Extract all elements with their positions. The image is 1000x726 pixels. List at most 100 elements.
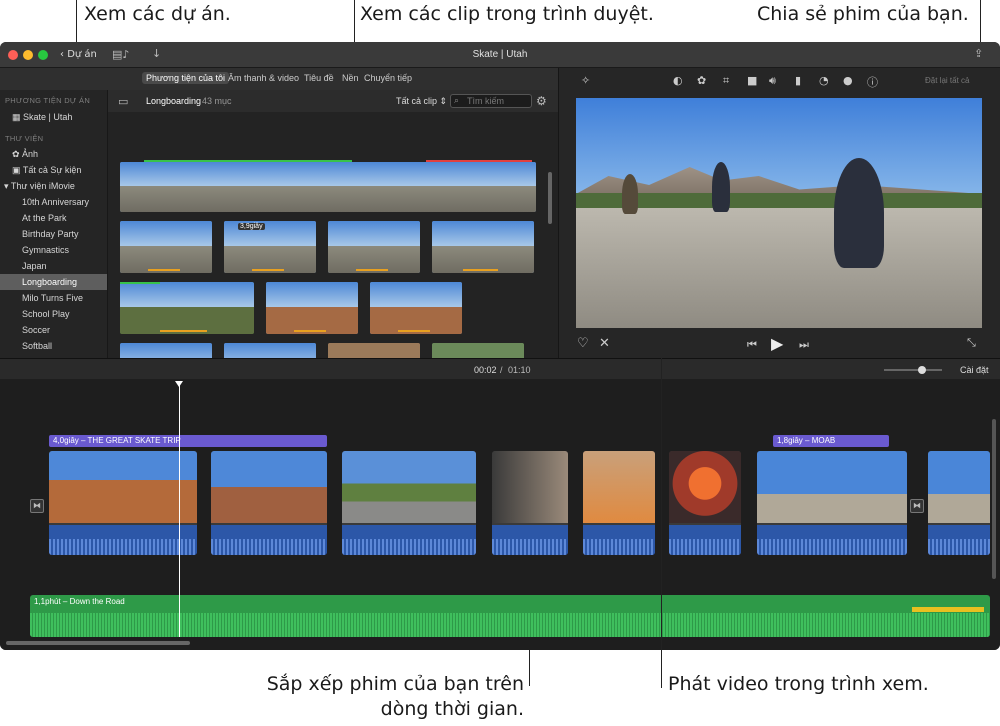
sidebar-item-event[interactable]: Birthday Party [0, 226, 107, 242]
filmstrip-clip[interactable] [120, 162, 536, 212]
timeline-scrollbar[interactable] [6, 641, 190, 645]
sidebar-item-all-events[interactable]: ▣ Tất cả Sự kiện [0, 162, 107, 178]
timeline-clip[interactable] [492, 451, 568, 555]
search-field[interactable]: ⌕ Tìm kiếm [450, 94, 532, 108]
timeline-clip[interactable] [669, 451, 741, 555]
callout-timeline-2: dòng thời gian. [380, 698, 524, 720]
callout-line-share [980, 0, 981, 46]
reset-all-button[interactable]: Đặt lại tất cả [925, 76, 969, 85]
equalizer-icon[interactable]: ▮ [795, 74, 801, 87]
browser-header: ▭ Longboarding 43 mục Tất cả clip ⇕ ⌕ Tì… [108, 90, 558, 112]
timeline-clip[interactable] [49, 451, 197, 555]
title-bar: ‹ Dự án ▤♪ ↓ Skate | Utah ⇪ [0, 42, 1000, 68]
clip-thumbnail[interactable] [266, 282, 358, 334]
clip-duration-badge: 3,9giây [238, 223, 265, 230]
sidebar-item-event[interactable]: 10th Anniversary [0, 194, 107, 210]
fullscreen-icon[interactable]: ⤡ [967, 336, 976, 350]
color-correction-icon[interactable]: ✿ [697, 74, 706, 87]
sidebar-item-event[interactable]: Gymnastics [0, 242, 107, 258]
music-waveform [30, 613, 990, 637]
timeline-settings-button[interactable]: Cài đặt [960, 365, 989, 375]
title-clip[interactable]: 1,8giây – MOAB [773, 435, 889, 447]
sidebar-item-event[interactable]: Japan [0, 258, 107, 274]
settings-gear-icon[interactable]: ⚙ [536, 94, 547, 108]
timeline-clip[interactable] [928, 451, 990, 555]
clip-filter-label: Tất cả clip [396, 96, 438, 106]
timeline-clip[interactable] [583, 451, 655, 555]
crop-icon[interactable]: ⌗ [723, 74, 729, 88]
transition-icon[interactable]: ⧓ [30, 499, 44, 513]
sidebar-item-event[interactable]: Milo Turns Five [0, 290, 107, 306]
clip-thumbnail[interactable] [432, 221, 534, 273]
favorite-heart-icon[interactable]: ♡ [577, 336, 589, 351]
timeline-header: 00:02 / 01:10 Cài đặt [0, 359, 1000, 379]
star-icon: ▣ [12, 165, 23, 175]
disclosure-triangle-icon[interactable]: ▾ [4, 181, 11, 191]
clip-thumbnail[interactable] [120, 282, 254, 334]
skater-figure [622, 174, 638, 214]
clip-thumbnail[interactable] [120, 221, 212, 273]
timeline-clip[interactable] [342, 451, 476, 555]
favorite-marker [120, 282, 160, 284]
transition-icon[interactable]: ⧓ [910, 499, 924, 513]
speed-icon[interactable]: ◔ [819, 74, 829, 87]
browser-scrollbar[interactable] [548, 172, 552, 224]
timeline-clip[interactable] [211, 451, 327, 555]
callout-line-timeline [529, 650, 530, 686]
clip-thumbnail[interactable] [328, 221, 420, 273]
browser-event-name: Longboarding [146, 96, 202, 106]
callout-timeline-1: Sắp xếp phim của bạn trên [266, 673, 524, 695]
stabilization-icon[interactable]: ■ [747, 74, 757, 87]
sidebar-item-all-events-label: Tất cả Sự kiện [22, 165, 82, 175]
zoom-slider-knob[interactable] [918, 366, 926, 374]
tab-titles[interactable]: Tiêu đề [300, 72, 338, 84]
browser-item-count: 43 mục [202, 96, 232, 106]
browser-tabs: Phương tiện của tôi Âm thanh & video Tiê… [0, 68, 558, 90]
sidebar-item-photos-label: Ảnh [22, 149, 39, 159]
callout-viewer: Phát video trong trình xem. [668, 673, 929, 695]
background-music-clip[interactable]: 1,1phút – Down the Road [30, 595, 990, 637]
timeline-clip[interactable] [757, 451, 907, 555]
music-clip-label: 1,1phút – Down the Road [34, 597, 125, 606]
magic-wand-icon[interactable]: ✧ [581, 74, 590, 87]
sidebar-item-event[interactable]: At the Park [0, 210, 107, 226]
title-clip[interactable]: 4,0giây – THE GREAT SKATE TRIP [49, 435, 327, 447]
timeline-vertical-scrollbar[interactable] [992, 419, 996, 579]
sidebar-toggle-icon[interactable]: ▭ [118, 95, 128, 108]
clip-filter-select[interactable]: Tất cả clip ⇕ [396, 96, 447, 107]
photos-icon: ✿ [12, 149, 23, 159]
playhead[interactable] [179, 383, 180, 637]
clip-thumbnail[interactable]: 3,9giây [224, 221, 316, 273]
play-icon[interactable]: ▶ [771, 334, 783, 353]
skater-figure [834, 158, 884, 268]
clip-thumbnail[interactable] [370, 282, 462, 334]
tab-audio-video[interactable]: Âm thanh & video [224, 72, 303, 84]
callout-line-projects [76, 0, 77, 48]
playhead-marker[interactable] [175, 381, 183, 387]
clip-filter-icon[interactable]: ● [843, 74, 853, 87]
tab-backgrounds[interactable]: Nền [338, 72, 363, 84]
callout-browser: Xem các clip trong trình duyệt. [360, 3, 654, 25]
sidebar-item-event[interactable]: School Play [0, 306, 107, 322]
skip-back-icon[interactable]: ⏮︎ [747, 338, 757, 352]
sidebar-item-event[interactable]: Soccer [0, 322, 107, 338]
sidebar-item-event-selected[interactable]: Longboarding [0, 274, 107, 290]
reject-icon[interactable]: ✕ [599, 336, 610, 351]
media-browser: ▭ Longboarding 43 mục Tất cả clip ⇕ ⌕ Tì… [108, 90, 558, 395]
zoom-slider[interactable] [884, 366, 942, 374]
color-balance-icon[interactable]: ◐ [673, 74, 683, 87]
skip-forward-icon[interactable]: ⏭︎ [799, 338, 809, 352]
sidebar-item-photos[interactable]: ✿ Ảnh [0, 146, 107, 162]
sidebar-item-imovie-library[interactable]: ▾ Thư viện iMovie [0, 178, 107, 194]
tab-transitions[interactable]: Chuyển tiếp [360, 72, 416, 84]
share-icon[interactable]: ⇪ [974, 47, 983, 60]
library-sidebar: PHƯƠNG TIỆN DỰ ÁN ▦ Skate | Utah THƯ VIỆ… [0, 90, 108, 358]
search-icon: ⌕ [454, 95, 460, 105]
sidebar-item-event[interactable]: Softball [0, 338, 107, 354]
volume-icon[interactable]: 🔊︎ [769, 74, 776, 88]
sidebar-item-project[interactable]: ▦ Skate | Utah [0, 109, 107, 125]
tab-my-media[interactable]: Phương tiện của tôi [142, 72, 229, 84]
info-icon[interactable]: ⓘ [867, 74, 878, 90]
timecode-current: 00:02 [474, 365, 497, 375]
sidebar-item-project-label: Skate | Utah [23, 112, 73, 122]
